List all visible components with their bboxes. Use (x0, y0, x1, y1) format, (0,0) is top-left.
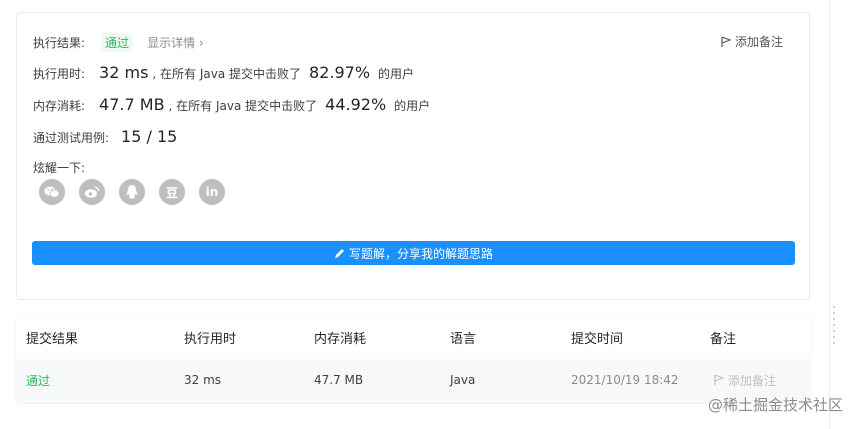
share-icons: 豆 in (39, 179, 225, 205)
runtime-suffix: 的用户 (378, 67, 415, 81)
row-memory: 47.7 MB (314, 373, 364, 387)
table-row[interactable]: 通过 32 ms 47.7 MB Java 2021/10/19 18:42 添… (16, 359, 810, 401)
memory-label: 内存消耗: (33, 99, 86, 113)
runtime-value: 32 ms (99, 63, 149, 82)
memory-percent: 44.92% (325, 95, 387, 114)
qq-icon[interactable] (119, 179, 145, 205)
wechat-icon[interactable] (39, 179, 65, 205)
memory-value: 47.7 MB (99, 95, 165, 114)
runtime-row: 执行用时: 32 ms , 在所有 Java 提交中击败了 82.97% 的用户 (33, 63, 414, 82)
flag-icon (714, 374, 724, 385)
linkedin-glyph: in (205, 185, 219, 199)
write-solution-label: 写题解，分享我的解题思路 (348, 246, 493, 261)
table-header: 提交结果 执行用时 内存消耗 语言 提交时间 备注 (16, 316, 810, 358)
row-runtime: 32 ms (184, 373, 222, 387)
submission-table: 提交结果 执行用时 内存消耗 语言 提交时间 备注 通过 32 ms 47.7 … (16, 316, 810, 402)
submission-result-card: 执行结果: 通过 显示详情 › 添加备注 执行用时: 32 ms , 在所有 J… (16, 12, 810, 300)
status-badge: 通过 (101, 33, 134, 52)
memory-suffix: 的用户 (394, 99, 431, 113)
douban-glyph: 豆 (165, 185, 178, 200)
header-time: 提交时间 (571, 331, 624, 347)
testcases-label: 通过测试用例: (33, 131, 110, 145)
resize-handle[interactable] (833, 306, 835, 344)
row-language: Java (450, 373, 476, 387)
right-divider (829, 0, 830, 429)
testcases-value: 15 / 15 (121, 127, 178, 146)
memory-row: 内存消耗: 47.7 MB , 在所有 Java 提交中击败了 44.92% 的… (33, 95, 430, 114)
weibo-icon[interactable] (79, 179, 105, 205)
memory-beat-text: , 在所有 Java 提交中击败了 (168, 99, 318, 113)
watermark: @稀土掘金技术社区 (707, 396, 843, 414)
header-note: 备注 (710, 331, 737, 347)
pencil-icon (334, 248, 344, 258)
result-label: 执行结果: (33, 36, 86, 50)
header-memory: 内存消耗 (314, 331, 367, 347)
runtime-beat-text: , 在所有 Java 提交中击败了 (152, 67, 302, 81)
flag-icon (721, 35, 731, 47)
row-time: 2021/10/19 18:42 (571, 373, 679, 387)
row-result[interactable]: 通过 (26, 372, 50, 389)
row-add-note-label: 添加备注 (728, 373, 777, 388)
result-row: 执行结果: 通过 显示详情 › (33, 33, 204, 52)
row-add-note-button[interactable]: 添加备注 (714, 372, 776, 389)
add-note-button[interactable]: 添加备注 (721, 33, 783, 50)
header-language: 语言 (450, 331, 477, 347)
add-note-label: 添加备注 (734, 35, 783, 49)
header-result: 提交结果 (26, 331, 79, 347)
linkedin-icon[interactable]: in (199, 179, 225, 205)
header-runtime: 执行用时 (184, 331, 237, 347)
show-details-link[interactable]: 显示详情 › (147, 34, 204, 51)
runtime-percent: 82.97% (309, 63, 371, 82)
share-label: 炫耀一下: (33, 161, 86, 175)
share-row: 炫耀一下: (33, 159, 85, 176)
write-solution-button[interactable]: 写题解，分享我的解题思路 (32, 241, 795, 265)
testcases-row: 通过测试用例: 15 / 15 (33, 127, 177, 146)
douban-icon[interactable]: 豆 (159, 179, 185, 205)
runtime-label: 执行用时: (33, 67, 86, 81)
